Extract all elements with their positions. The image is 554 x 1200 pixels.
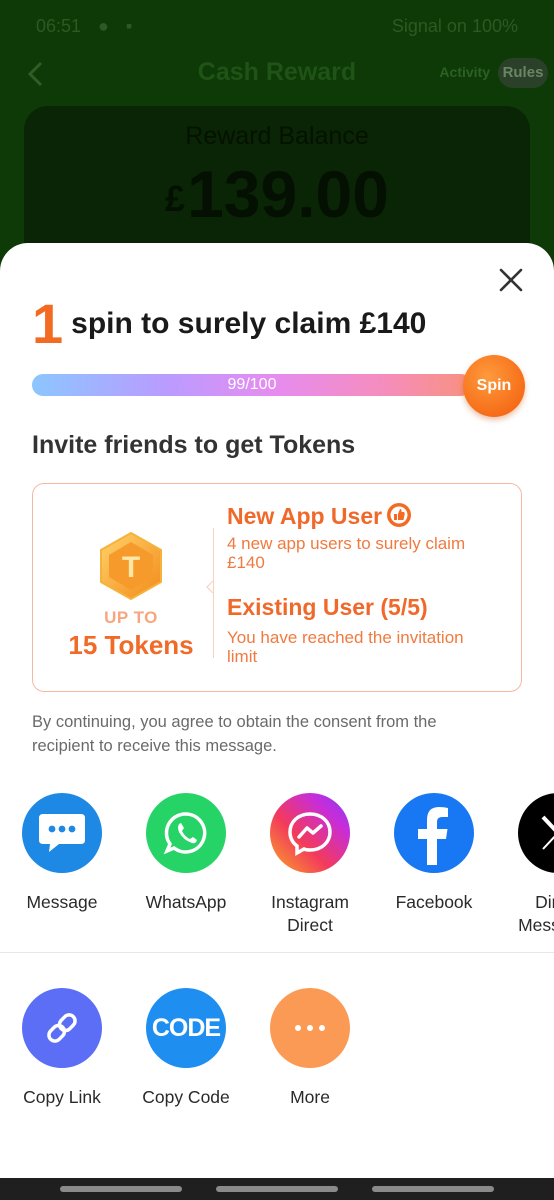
copy-code-button[interactable]: CODE Copy Code xyxy=(124,988,248,1109)
system-nav-bar xyxy=(0,1178,554,1200)
svg-text:T: T xyxy=(122,551,140,584)
share-label-x: Direct Messages xyxy=(518,892,554,935)
status-bar: 06:51 ● ▪ Signal on 100% xyxy=(0,10,554,46)
sheet-divider xyxy=(0,952,554,953)
battery-text: 100% xyxy=(471,16,518,36)
share-whatsapp[interactable]: WhatsApp xyxy=(124,793,248,914)
notification-icons: ● ▪ xyxy=(98,16,139,36)
share-facebook[interactable]: Facebook xyxy=(372,793,496,914)
consent-text: By continuing, you agree to obtain the c… xyxy=(32,713,437,755)
share-label-instagram: Instagram Direct xyxy=(271,892,349,935)
code-glyph: CODE xyxy=(151,1013,221,1042)
balance-value: 139.00 xyxy=(187,157,389,231)
signal-text: Signal on xyxy=(391,16,467,36)
invite-title: Invite friends to get Tokens xyxy=(32,431,356,459)
new-user-title-text: New App User xyxy=(227,503,383,529)
more-button[interactable]: More xyxy=(248,988,372,1109)
more-icon[interactable] xyxy=(270,988,350,1068)
existing-user-desc: You have reached the invitation limit xyxy=(227,628,464,666)
share-x-direct[interactable]: Direct Messages xyxy=(496,793,554,937)
actions-row: Copy Link CODE Copy Code More xyxy=(0,988,554,1118)
share-label-message: Message xyxy=(26,892,98,912)
x-icon[interactable] xyxy=(518,793,554,873)
balance-amount: £139.00 xyxy=(24,156,530,232)
copy-link-label: Copy Link xyxy=(23,1087,101,1107)
new-user-desc: 4 new app users to surely claim £140 xyxy=(227,534,466,572)
rules-button[interactable]: Rules xyxy=(498,58,548,88)
share-label-whatsapp: WhatsApp xyxy=(145,892,227,912)
divider-arrow-icon xyxy=(206,580,214,594)
activity-link[interactable]: Activity xyxy=(439,64,490,80)
close-icon[interactable] xyxy=(498,267,524,293)
status-time: 06:51 xyxy=(36,16,82,36)
spin-headline: 1 spin to surely claim £140 xyxy=(32,291,426,355)
code-icon[interactable]: CODE xyxy=(146,988,226,1068)
progress-text: 99/100 xyxy=(227,376,277,393)
share-instagram-direct[interactable]: Instagram Direct xyxy=(248,793,372,937)
tokens-amount: 15 Tokens xyxy=(68,630,194,660)
existing-user-title: Existing User (5/5) xyxy=(227,594,428,620)
messenger-icon[interactable] xyxy=(270,793,350,873)
copy-code-label: Copy Code xyxy=(142,1087,230,1107)
share-label-facebook: Facebook xyxy=(395,892,473,912)
whatsapp-icon[interactable] xyxy=(146,793,226,873)
thumbs-up-badge-icon xyxy=(387,503,412,527)
token-coin-icon: T xyxy=(100,531,162,601)
share-targets-row: Message WhatsApp Instagram Direct Facebo… xyxy=(0,793,554,943)
headline-text: spin to surely claim £140 xyxy=(71,306,427,340)
facebook-icon[interactable] xyxy=(394,793,474,873)
nav-recents[interactable] xyxy=(60,1186,182,1192)
share-sheet: 1 spin to surely claim £140 99/100 Spin I… xyxy=(0,243,554,1178)
copy-link-button[interactable]: Copy Link xyxy=(0,988,124,1109)
nav-back[interactable] xyxy=(372,1186,494,1192)
balance-label: Reward Balance xyxy=(185,122,369,150)
message-icon[interactable] xyxy=(22,793,102,873)
nav-home[interactable] xyxy=(216,1186,338,1192)
balance-currency: £ xyxy=(165,178,186,219)
spin-button[interactable]: Spin xyxy=(463,355,525,417)
spins-remaining: 1 xyxy=(32,292,64,355)
status-right: Signal on 100% xyxy=(392,16,518,37)
spin-progress-bar: 99/100 xyxy=(32,374,472,396)
more-label: More xyxy=(290,1087,330,1107)
upto-label: UP TO xyxy=(104,608,158,627)
app-header: Cash Reward Activity Rules xyxy=(0,54,554,94)
link-icon[interactable] xyxy=(22,988,102,1068)
share-message[interactable]: Message xyxy=(0,793,124,914)
new-user-title: New App User xyxy=(227,502,497,530)
invite-card: T UP TO 15 Tokens New App User 4 new app… xyxy=(32,483,522,692)
